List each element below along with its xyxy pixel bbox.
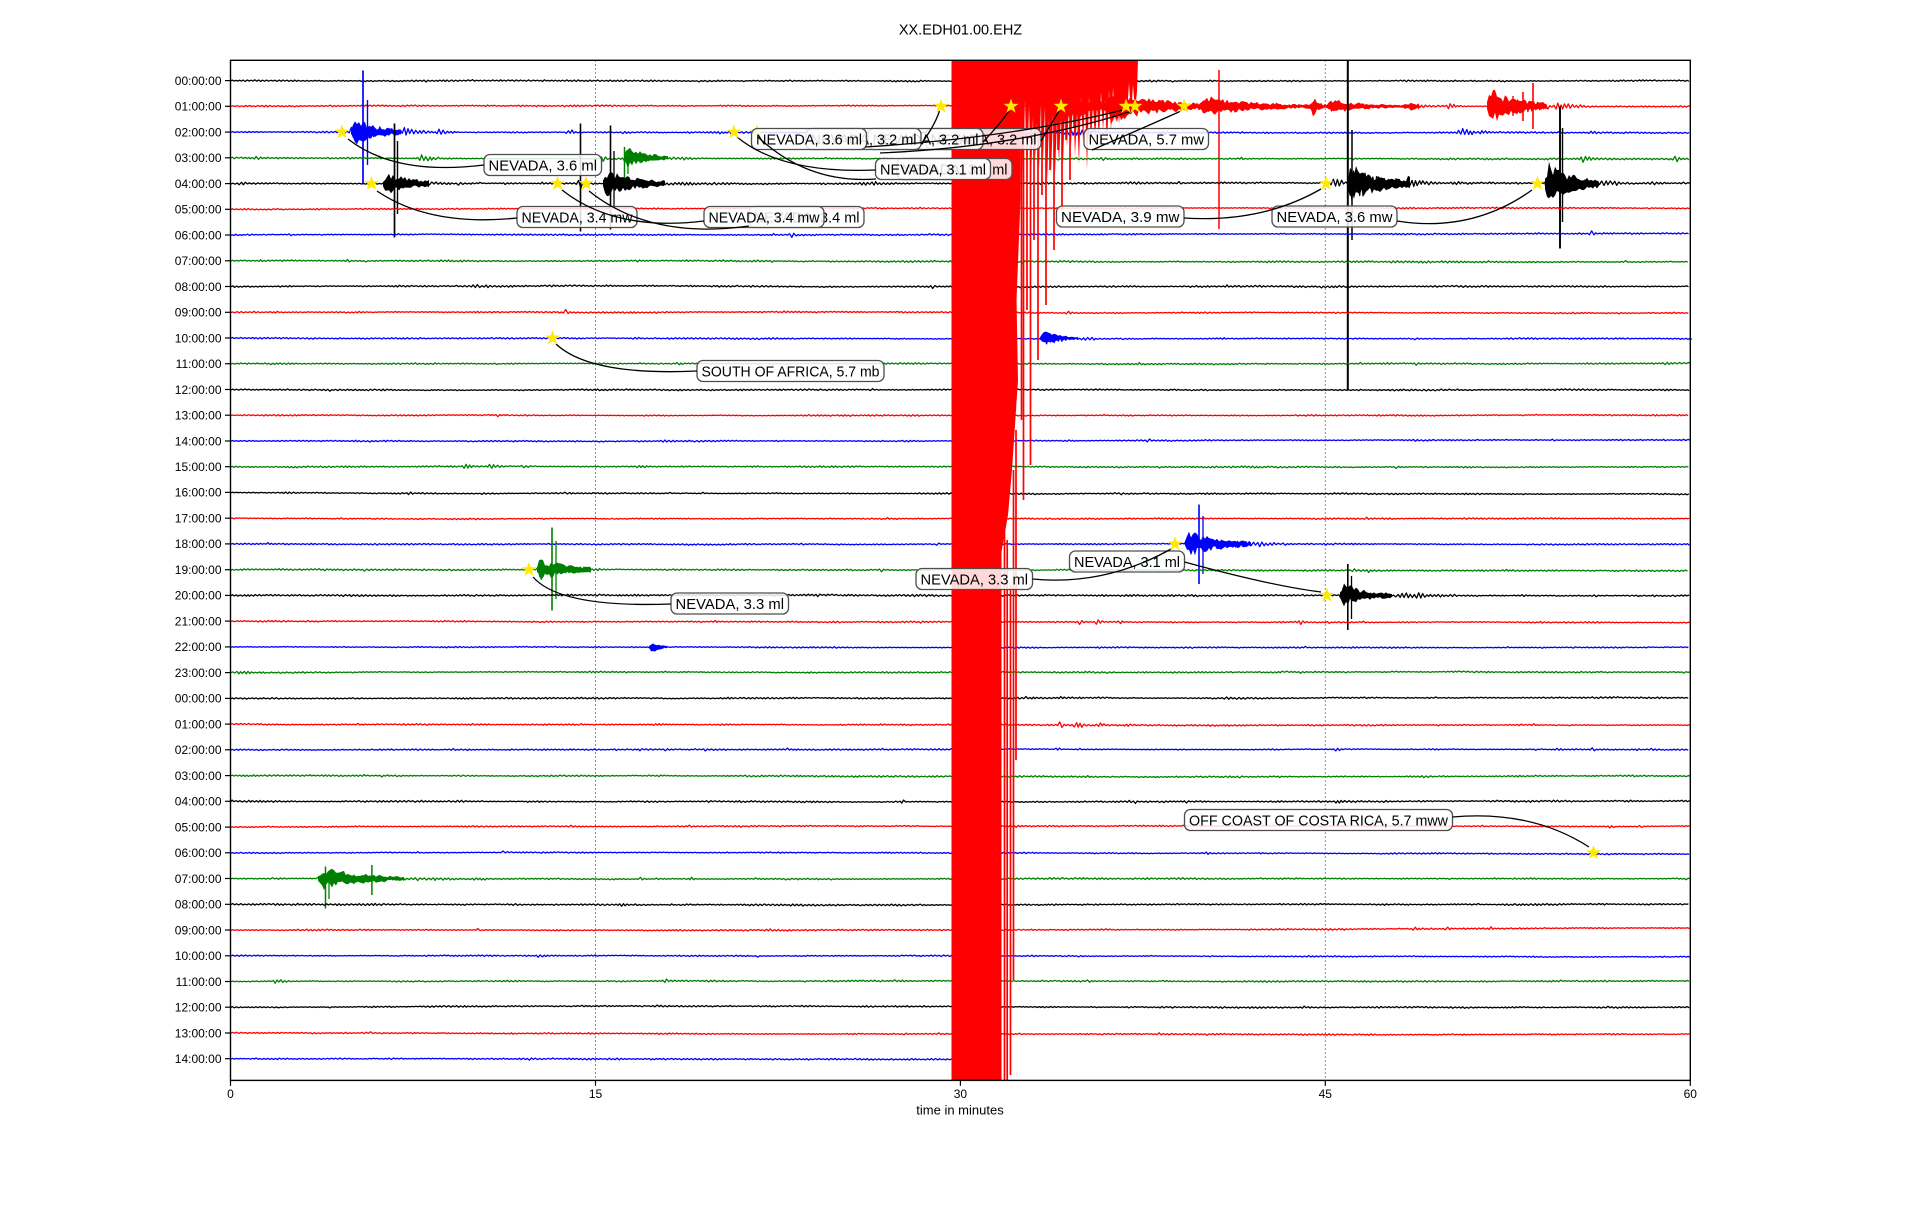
svg-text:NEVADA, 5.7 mw: NEVADA, 5.7 mw: [1089, 131, 1205, 148]
svg-text:09:00:00: 09:00:00: [175, 306, 222, 320]
svg-text:XX.EDH01.00.EHZ: XX.EDH01.00.EHZ: [899, 23, 1022, 39]
svg-text:NEVADA, 3.6 ml: NEVADA, 3.6 ml: [756, 131, 862, 148]
svg-text:NEVADA, 3.4 mw: NEVADA, 3.4 mw: [709, 209, 820, 226]
svg-text:14:00:00: 14:00:00: [175, 434, 222, 448]
svg-text:06:00:00: 06:00:00: [175, 846, 222, 860]
svg-text:11:00:00: 11:00:00: [176, 975, 222, 989]
svg-text:05:00:00: 05:00:00: [175, 203, 222, 217]
svg-text:13:00:00: 13:00:00: [175, 409, 222, 423]
svg-text:04:00:00: 04:00:00: [175, 177, 222, 191]
svg-text:03:00:00: 03:00:00: [175, 151, 222, 165]
svg-text:09:00:00: 09:00:00: [175, 923, 222, 937]
svg-text:16:00:00: 16:00:00: [175, 486, 222, 500]
svg-text:15:00:00: 15:00:00: [175, 460, 222, 474]
svg-text:30: 30: [954, 1087, 968, 1101]
svg-text:01:00:00: 01:00:00: [175, 717, 222, 731]
svg-text:SOUTH OF AFRICA, 5.7 mb: SOUTH OF AFRICA, 5.7 mb: [702, 363, 880, 380]
svg-text:NEVADA, 3.3 ml: NEVADA, 3.3 ml: [676, 596, 785, 613]
svg-text:NEVADA, 3.6 mw: NEVADA, 3.6 mw: [1277, 209, 1393, 226]
svg-text:NEVADA, 3.4 mw: NEVADA, 3.4 mw: [522, 209, 633, 226]
svg-text:20:00:00: 20:00:00: [175, 589, 222, 603]
svg-text:11:00:00: 11:00:00: [176, 357, 222, 371]
svg-text:08:00:00: 08:00:00: [175, 280, 222, 294]
svg-text:15: 15: [589, 1087, 603, 1101]
svg-text:04:00:00: 04:00:00: [175, 795, 222, 809]
svg-text:12:00:00: 12:00:00: [175, 383, 222, 397]
svg-text:18:00:00: 18:00:00: [175, 537, 222, 551]
svg-text:NEVADA, 3.3 ml: NEVADA, 3.3 ml: [921, 571, 1029, 588]
svg-text:time in minutes: time in minutes: [916, 1103, 1004, 1118]
svg-text:22:00:00: 22:00:00: [175, 640, 222, 654]
svg-text:23:00:00: 23:00:00: [175, 666, 222, 680]
svg-text:NEVADA, 3.1 ml: NEVADA, 3.1 ml: [880, 161, 986, 178]
svg-text:08:00:00: 08:00:00: [175, 898, 222, 912]
svg-text:NEVADA, 3.9 mw: NEVADA, 3.9 mw: [1061, 209, 1180, 226]
svg-text:02:00:00: 02:00:00: [175, 125, 222, 139]
svg-text:14:00:00: 14:00:00: [175, 1052, 222, 1066]
svg-text:07:00:00: 07:00:00: [175, 254, 222, 268]
svg-text:05:00:00: 05:00:00: [175, 820, 222, 834]
svg-text:OFF COAST OF COSTA RICA, 5.7 m: OFF COAST OF COSTA RICA, 5.7 mww: [1189, 812, 1448, 829]
svg-text:19:00:00: 19:00:00: [175, 563, 222, 577]
svg-text:10:00:00: 10:00:00: [175, 331, 222, 345]
svg-text:45: 45: [1319, 1087, 1333, 1101]
svg-text:NEVADA, 3.6 ml: NEVADA, 3.6 ml: [489, 157, 598, 174]
svg-text:02:00:00: 02:00:00: [175, 743, 222, 757]
svg-text:21:00:00: 21:00:00: [175, 614, 222, 628]
svg-text:60: 60: [1684, 1087, 1698, 1101]
svg-text:10:00:00: 10:00:00: [175, 949, 222, 963]
svg-text:00:00:00: 00:00:00: [175, 74, 222, 88]
svg-text:01:00:00: 01:00:00: [175, 100, 222, 114]
svg-text:13:00:00: 13:00:00: [175, 1026, 222, 1040]
svg-text:0: 0: [227, 1087, 234, 1101]
svg-text:17:00:00: 17:00:00: [175, 512, 222, 526]
svg-text:03:00:00: 03:00:00: [175, 769, 222, 783]
svg-text:12:00:00: 12:00:00: [175, 1001, 222, 1015]
svg-text:07:00:00: 07:00:00: [175, 872, 222, 886]
svg-text:00:00:00: 00:00:00: [175, 692, 222, 706]
svg-text:06:00:00: 06:00:00: [175, 228, 222, 242]
